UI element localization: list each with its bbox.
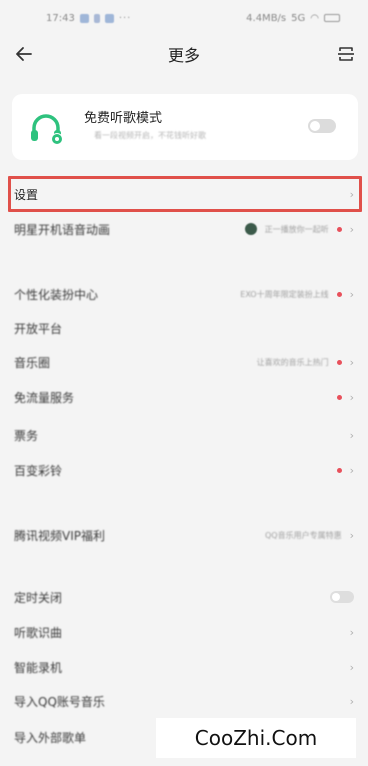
list-item-right: QQ音乐用户专属特惠 › <box>265 529 354 542</box>
list-item-open-platform[interactable]: 开放平台 <box>0 311 368 345</box>
list-item-label: 定时关闭 <box>14 590 63 605</box>
list-item-value: 让喜欢的音乐上热门 <box>256 357 329 367</box>
list-item-right: › <box>350 661 354 674</box>
list-item-label: 开放平台 <box>14 321 63 336</box>
free-mode-title: 免费听歌模式 <box>84 111 163 126</box>
list-item-right: 让喜欢的音乐上热门 › <box>257 356 354 369</box>
watermark-text: CooZhi.Com <box>194 726 318 750</box>
back-button[interactable] <box>10 40 38 68</box>
list-item-label: 音乐圈 <box>14 355 51 370</box>
chevron-right-icon: › <box>349 528 354 542</box>
list-item-ringtone[interactable]: 百变彩铃 › <box>0 453 368 487</box>
red-dot-badge <box>336 394 342 400</box>
free-mode-toggle[interactable] <box>308 119 336 133</box>
chevron-right-icon: › <box>349 222 354 236</box>
list-item-smart-recording[interactable]: 智能录机 › <box>0 650 368 684</box>
list-item-right: › <box>336 463 354 477</box>
status-time: 17:43 <box>46 12 75 24</box>
chevron-right-icon: › <box>349 694 354 708</box>
list-item-personalization[interactable]: 个性化装扮中心 EXO十周年限定装扮上线 › <box>0 277 368 311</box>
list-item-music-circle[interactable]: 音乐圈 让喜欢的音乐上热门 › <box>0 345 368 379</box>
status-left: 17:43 ··· <box>46 13 131 24</box>
free-mode-card[interactable]: 免费听歌模式 看一段视频开启，不花钱听好歌 <box>12 94 358 160</box>
page-title: 更多 <box>167 46 200 65</box>
chevron-right-icon: › <box>349 287 354 301</box>
list-item-right <box>330 591 354 603</box>
list-item-right: › <box>350 429 354 442</box>
settings-row[interactable]: 设置 › <box>0 177 368 211</box>
list-item-label: 个性化装扮中心 <box>14 287 99 302</box>
list-item-label: 腾讯视频VIP福利 <box>14 528 105 543</box>
chevron-right-icon: › <box>349 428 354 442</box>
status-bar: 17:43 ··· 4.4MB/s 5G ◠ <box>0 0 368 36</box>
more-dots-icon: ··· <box>118 12 132 24</box>
chevron-right-icon: › <box>349 660 354 674</box>
chevron-right-icon: › <box>349 187 354 201</box>
list-item-value: 正一播放你一起听 <box>264 224 329 234</box>
headphones-icon <box>31 114 63 145</box>
red-dot-badge <box>336 291 342 297</box>
list-item-label: 明星开机语音动画 <box>14 222 111 237</box>
free-mode-subtitle: 看一段视频开启，不花钱听好歌 <box>94 131 206 140</box>
chevron-right-icon: › <box>349 463 354 477</box>
list-item-sleep-timer[interactable]: 定时关闭 <box>0 580 368 614</box>
list-item-label: 智能录机 <box>14 660 63 675</box>
list-item-right: › <box>350 626 354 639</box>
red-dot-badge <box>336 226 342 232</box>
list-item-label: 导入外部歌单 <box>14 730 87 745</box>
list-item-star-boot-animation[interactable]: 明星开机语音动画 正一播放你一起听 › <box>0 212 368 246</box>
list-item-free-data[interactable]: 免流量服务 › <box>0 380 368 414</box>
watermark: CooZhi.Com <box>156 718 356 758</box>
arrow-left-icon <box>16 47 32 61</box>
settings-label: 设置 <box>14 187 39 202</box>
list-item-label: 听歌识曲 <box>14 625 63 640</box>
list-item-import-qq-music[interactable]: 导入QQ账号音乐 › <box>0 684 368 718</box>
list-item-value: EXO十周年限定装扮上线 <box>240 289 329 299</box>
wifi-icon: ◠ <box>310 12 319 24</box>
scan-button[interactable] <box>332 40 360 68</box>
red-dot-badge <box>336 467 342 473</box>
app-icon <box>104 13 114 23</box>
list-item-label: 导入QQ账号音乐 <box>14 694 105 709</box>
list-item-right: 正一播放你一起听 › <box>244 222 354 236</box>
list-item-label: 百变彩铃 <box>14 463 63 478</box>
signal-label: 5G <box>291 12 306 24</box>
list-item-tickets[interactable]: 票务 › <box>0 418 368 452</box>
battery-icon <box>324 14 340 22</box>
notification-icon <box>79 13 89 23</box>
list-item-label: 免流量服务 <box>14 390 75 405</box>
status-right: 4.4MB/s 5G ◠ <box>246 13 340 24</box>
list-item-right: › <box>336 390 354 404</box>
avatar <box>244 223 257 235</box>
chevron-right-icon: › <box>349 390 354 404</box>
list-item-value: QQ音乐用户专属特惠 <box>265 530 342 540</box>
list-item-right: EXO十周年限定装扮上线 › <box>240 288 354 301</box>
scan-icon <box>338 47 354 61</box>
chevron-right-icon: › <box>349 625 354 639</box>
settings-right: › <box>350 188 354 201</box>
header: 更多 <box>0 36 368 72</box>
chevron-right-icon: › <box>349 355 354 369</box>
list-item-song-recognition[interactable]: 听歌识曲 › <box>0 615 368 649</box>
list-item-right: › <box>350 695 354 708</box>
sleep-timer-toggle[interactable] <box>330 591 354 603</box>
list-item-label: 票务 <box>14 428 39 443</box>
list-item-video-vip[interactable]: 腾讯视频VIP福利 QQ音乐用户专属特惠 › <box>0 518 368 552</box>
network-speed: 4.4MB/s <box>246 12 287 24</box>
red-dot-badge <box>336 359 342 365</box>
bluetooth-icon <box>93 13 100 23</box>
